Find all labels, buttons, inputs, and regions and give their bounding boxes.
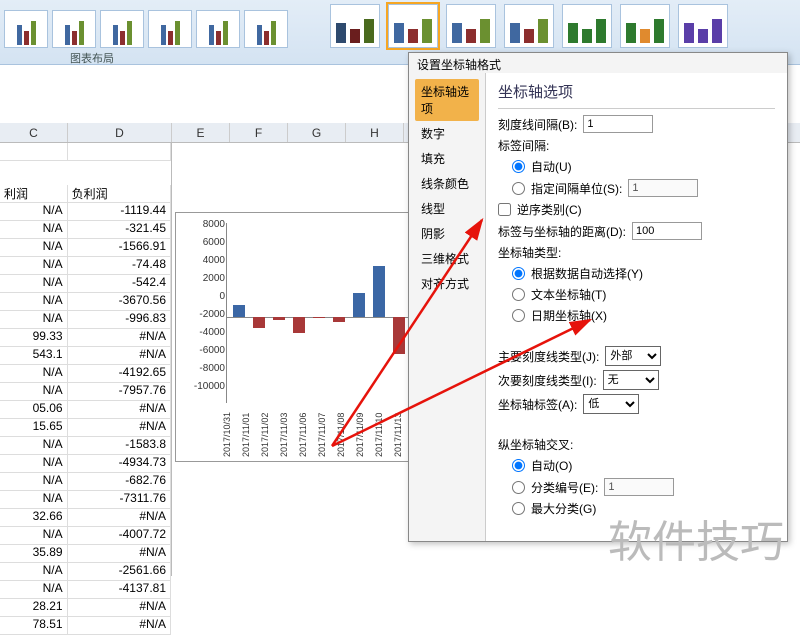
table-row[interactable]: N/A-1119.44 [0,203,171,221]
table-row[interactable]: 35.89#N/A [0,545,171,563]
worksheet[interactable]: 利润负利润N/A-1119.44N/A-321.45N/A-1566.91N/A… [0,143,172,576]
col-H[interactable]: H [346,123,404,142]
vcross-cat-radio[interactable] [512,481,525,494]
spec-unit-radio[interactable] [512,182,525,195]
label-interval-label: 标签间隔: [498,137,549,154]
vcross-auto-radio[interactable] [512,459,525,472]
table-row[interactable]: 32.66#N/A [0,509,171,527]
table-row[interactable]: N/A-682.76 [0,473,171,491]
sidenav-item[interactable]: 线条颜色 [415,171,479,196]
style-thumb[interactable] [330,4,380,48]
axistype-text-label: 文本坐标轴(T) [531,286,606,303]
major-tick-label: 主要刻度线类型(J): [498,348,599,365]
table-row[interactable]: 28.21#N/A [0,599,171,617]
vcross-cat-label: 分类编号(E): [531,479,598,496]
reverse-label: 逆序类别(C) [517,201,582,218]
spec-unit-label: 指定间隔单位(S): [531,180,622,197]
vcross-cat-input [604,478,674,496]
layout-thumb[interactable] [196,10,240,48]
chart-style-gallery [330,4,728,48]
table-row[interactable]: 05.06#N/A [0,401,171,419]
dist-label: 标签与坐标轴的距离(D): [498,223,626,240]
sidenav-item[interactable]: 线型 [415,196,479,221]
layout-thumb[interactable] [244,10,288,48]
watermark: 软件技巧 [608,506,784,570]
table-row[interactable]: N/A-74.48 [0,257,171,275]
table-row[interactable]: N/A-1583.8 [0,437,171,455]
style-thumb[interactable] [446,4,496,48]
minor-tick-label: 次要刻度线类型(I): [498,372,597,389]
minor-tick-select[interactable]: 无 [603,370,659,390]
layout-thumb[interactable] [148,10,192,48]
sidenav-item[interactable]: 坐标轴选项 [415,79,479,121]
y-axis-labels: 80006000400020000-2000-4000-6000-8000-10… [183,219,225,399]
vcross-auto-label: 自动(O) [531,457,572,474]
dialog-sidenav: 坐标轴选项数字填充线条颜色线型阴影三维格式对齐方式 [409,73,485,541]
table-row[interactable]: 15.65#N/A [0,419,171,437]
axistype-text-radio[interactable] [512,288,525,301]
panel-title: 坐标轴选项 [498,81,775,102]
reverse-checkbox[interactable] [498,203,511,216]
axistype-auto-radio[interactable] [512,267,525,280]
axis-label-select[interactable]: 低 [583,394,639,414]
layout-thumb[interactable] [52,10,96,48]
dialog-title: 设置坐标轴格式 [409,53,787,73]
col-G[interactable]: G [288,123,346,142]
table-row[interactable]: N/A-3670.56 [0,293,171,311]
major-tick-select[interactable]: 外部 [605,346,661,366]
vcross-label: 纵坐标轴交叉: [498,436,573,453]
table-row[interactable]: N/A-996.83 [0,311,171,329]
axistype-date-radio[interactable] [512,309,525,322]
auto-radio[interactable] [512,160,525,173]
table-row[interactable]: N/A-542.4 [0,275,171,293]
table-row[interactable]: N/A-7311.76 [0,491,171,509]
table-row[interactable]: N/A-2561.66 [0,563,171,581]
vcross-max-label: 最大分类(G) [531,500,596,517]
tick-interval-label: 刻度线间隔(B): [498,116,577,133]
style-thumb[interactable] [620,4,670,48]
style-thumb[interactable] [562,4,612,48]
table-row[interactable]: 78.51#N/A [0,617,171,635]
style-thumb[interactable] [678,4,728,48]
sidenav-item[interactable]: 对齐方式 [415,271,479,296]
sidenav-item[interactable]: 数字 [415,121,479,146]
table-row[interactable]: N/A-1566.91 [0,239,171,257]
table-row[interactable]: 99.33#N/A [0,329,171,347]
spec-unit-input [628,179,698,197]
layout-thumb[interactable] [100,10,144,48]
vcross-max-radio[interactable] [512,502,525,515]
table-row[interactable]: N/A-4934.73 [0,455,171,473]
col-E[interactable]: E [172,123,230,142]
axistype-date-label: 日期坐标轴(X) [531,307,607,324]
axistype-label: 坐标轴类型: [498,244,561,261]
dist-input[interactable] [632,222,702,240]
style-thumb[interactable] [504,4,554,48]
axis-options-panel: 坐标轴选项 刻度线间隔(B): 标签间隔: 自动(U) 指定间隔单位(S): 逆… [485,73,787,541]
style-thumb[interactable] [388,4,438,48]
ribbon-group-label: 图表布局 [70,50,114,66]
layout-thumb[interactable] [4,10,48,48]
table-row[interactable]: N/A-7957.76 [0,383,171,401]
axistype-auto-label: 根据数据自动选择(Y) [531,265,643,282]
sidenav-item[interactable]: 填充 [415,146,479,171]
table-row[interactable]: N/A-4192.65 [0,365,171,383]
auto-label: 自动(U) [531,158,572,175]
table-row[interactable]: 543.1#N/A [0,347,171,365]
table-row[interactable]: N/A-4007.72 [0,527,171,545]
placement-label: 位置坐标轴: [498,539,561,541]
axis-label-label: 坐标轴标签(A): [498,396,577,413]
col-F[interactable]: F [230,123,288,142]
table-row[interactable]: N/A-4137.81 [0,581,171,599]
table-row[interactable]: N/A-321.45 [0,221,171,239]
format-axis-dialog: 设置坐标轴格式 坐标轴选项数字填充线条颜色线型阴影三维格式对齐方式 坐标轴选项 … [408,52,788,542]
col-D[interactable]: D [68,123,172,142]
col-C[interactable]: C [0,123,68,142]
sidenav-item[interactable]: 阴影 [415,221,479,246]
tick-interval-input[interactable] [583,115,653,133]
sidenav-item[interactable]: 三维格式 [415,246,479,271]
